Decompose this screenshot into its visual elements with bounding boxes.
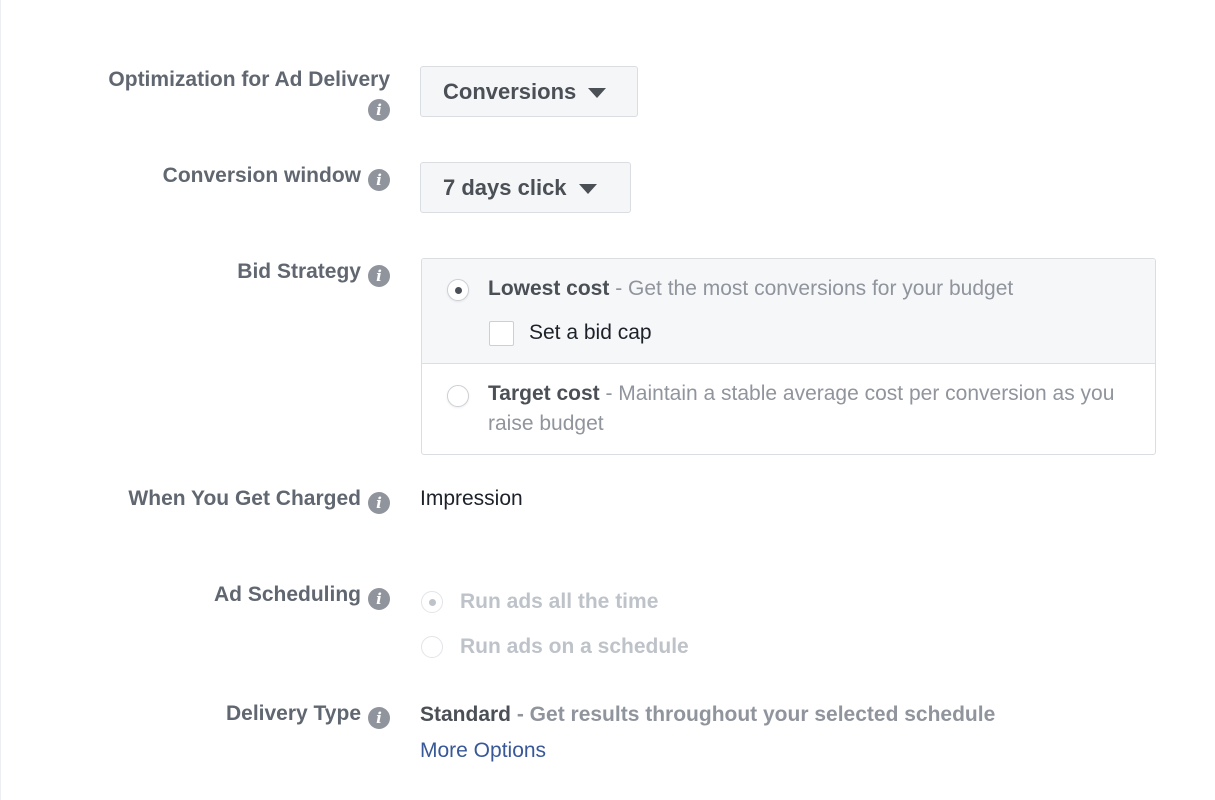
bid-option-target-cost[interactable]: Target cost - Maintain a stable average … (422, 364, 1155, 454)
info-icon[interactable]: i (368, 169, 390, 191)
charged-value: Impression (420, 487, 523, 510)
bid-cap-checkbox[interactable] (489, 321, 514, 346)
run-on-schedule-radio[interactable] (421, 636, 443, 658)
target-cost-radio[interactable] (447, 385, 469, 407)
delivery-type-label: Delivery Type i (226, 701, 390, 729)
bid-cap-label[interactable]: Set a bid cap (529, 319, 652, 347)
run-all-time-label[interactable]: Run ads all the time (460, 588, 658, 616)
bid-strategy-box: Lowest cost - Get the most conversions f… (421, 258, 1156, 455)
optimization-value: Conversions (443, 78, 577, 104)
conversion-window-dropdown[interactable]: 7 days click (420, 162, 631, 213)
lowest-cost-text: Lowest cost - Get the most conversions f… (488, 277, 1014, 300)
info-icon[interactable]: i (368, 265, 390, 287)
caret-down-icon (578, 183, 597, 194)
ad-scheduling-label: Ad Scheduling i (214, 582, 390, 610)
more-options-link[interactable]: More Options (420, 737, 546, 765)
optimization-label: Optimization for Ad Delivery i (108, 68, 390, 121)
info-icon[interactable]: i (368, 588, 390, 610)
info-icon[interactable]: i (368, 99, 390, 121)
info-icon[interactable]: i (368, 492, 390, 514)
delivery-type-value: Standard - Get results throughout your s… (420, 703, 996, 726)
run-on-schedule-label[interactable]: Run ads on a schedule (460, 633, 689, 661)
bid-option-lowest-cost[interactable]: Lowest cost - Get the most conversions f… (422, 259, 1155, 364)
run-all-time-radio[interactable] (421, 591, 443, 613)
conversion-window-label: Conversion window i (163, 163, 390, 191)
caret-down-icon (588, 87, 607, 98)
optimization-dropdown[interactable]: Conversions (420, 66, 638, 117)
target-cost-text: Target cost - Maintain a stable average … (488, 382, 1115, 435)
info-icon[interactable]: i (368, 707, 390, 729)
bid-strategy-label: Bid Strategy i (237, 259, 390, 287)
panel-left-border (0, 0, 1, 800)
charged-label: When You Get Charged i (128, 486, 390, 514)
lowest-cost-radio[interactable] (447, 279, 469, 301)
conversion-window-value: 7 days click (443, 174, 567, 200)
